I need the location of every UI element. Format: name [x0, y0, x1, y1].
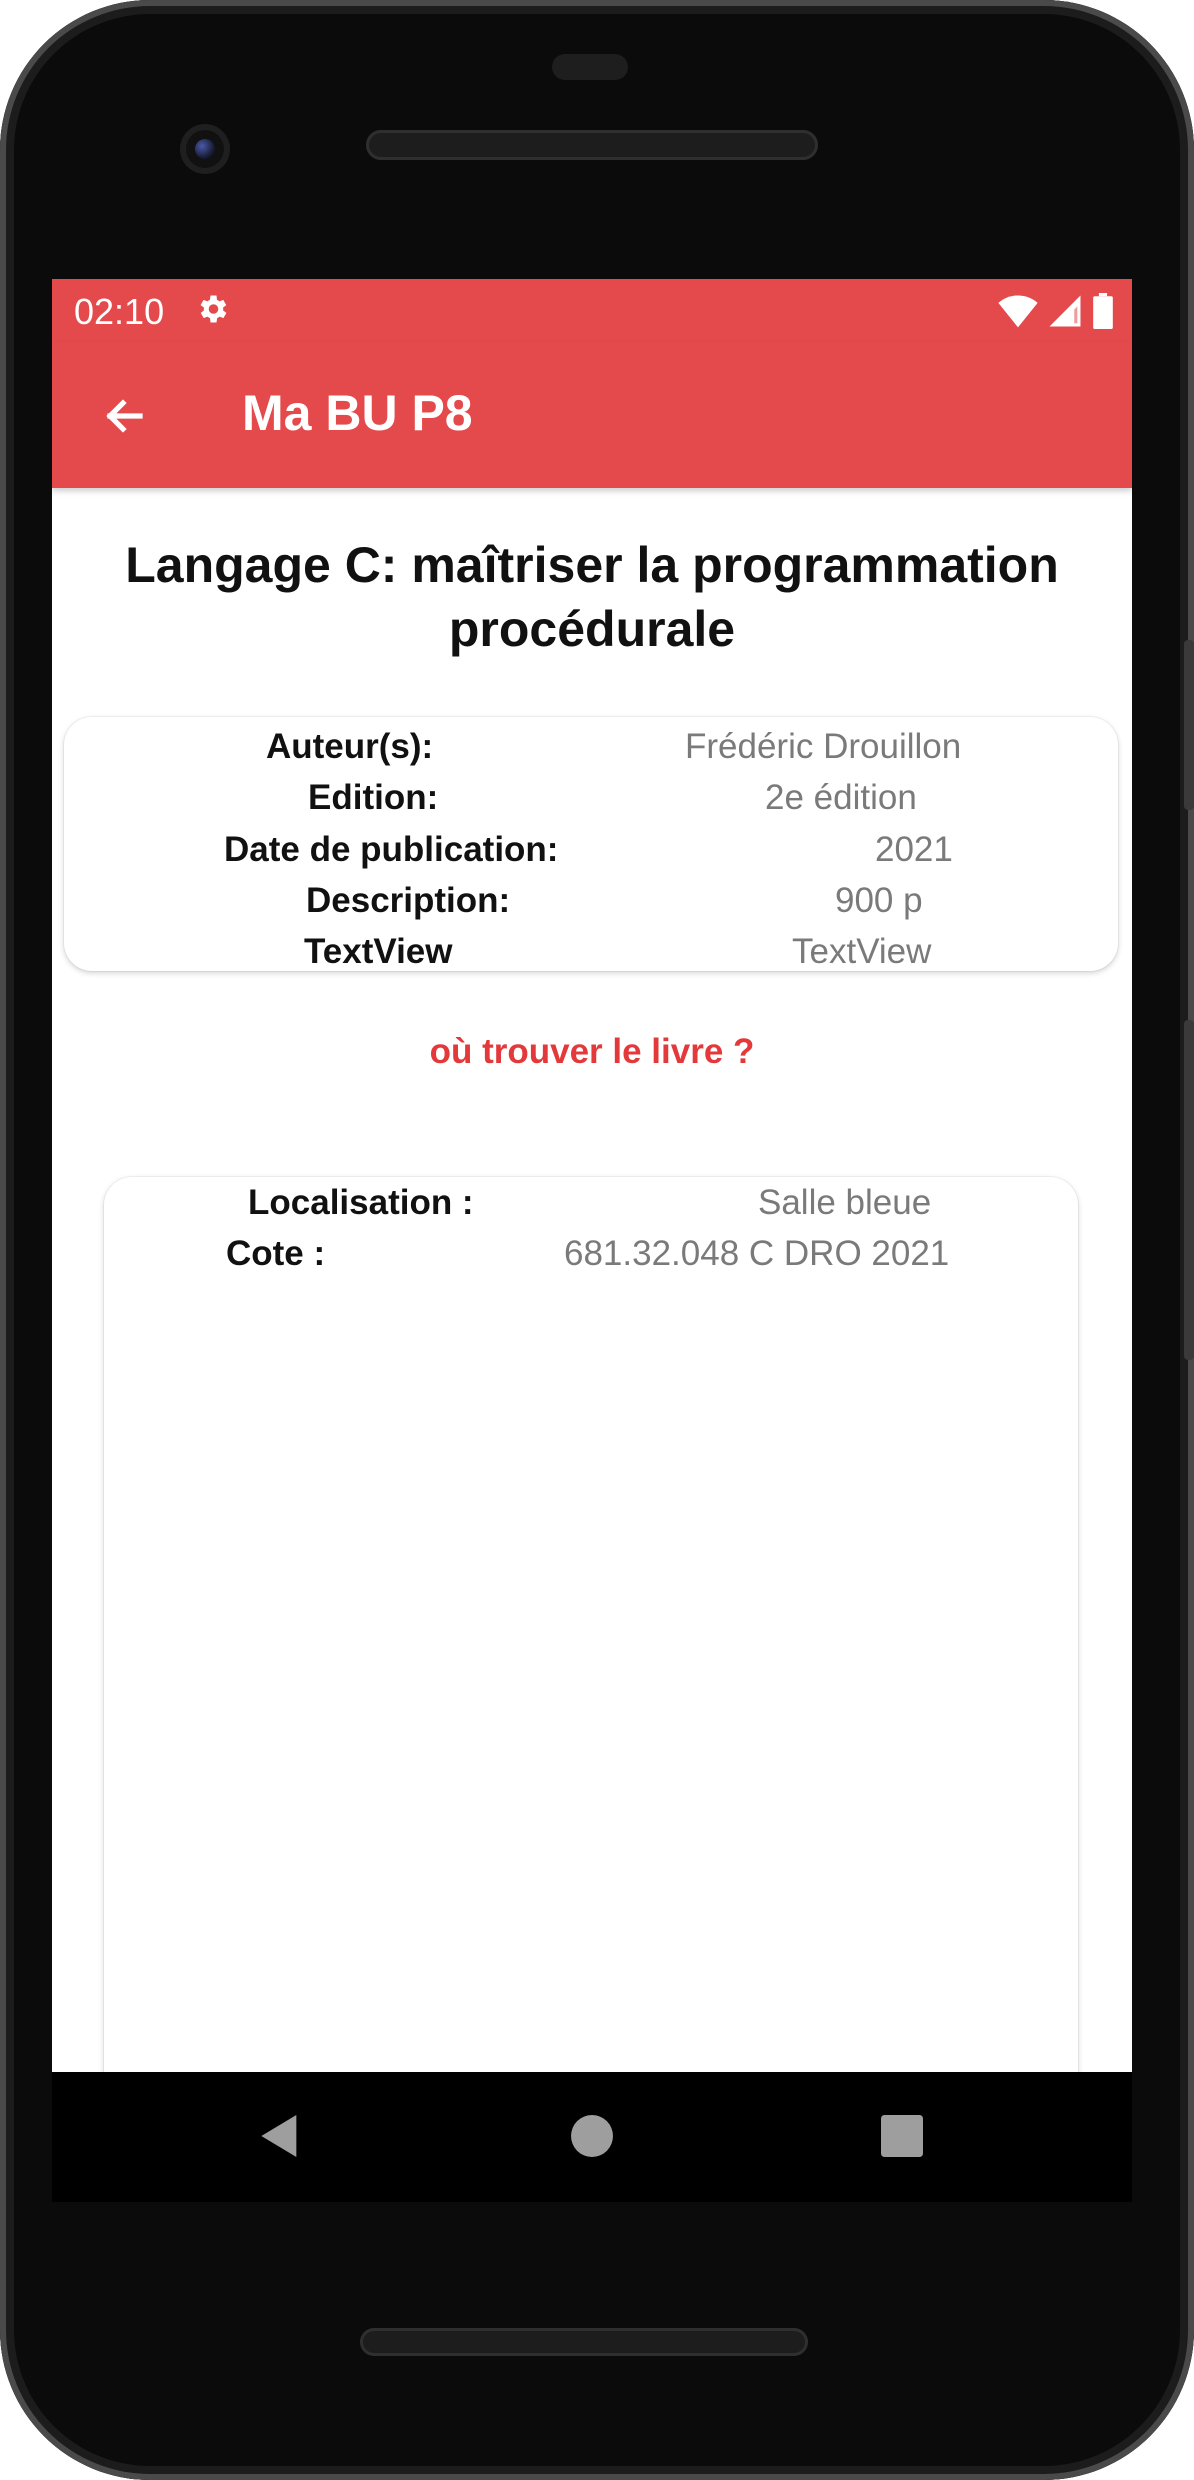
extra-textview-value: TextView [792, 932, 932, 971]
back-arrow-icon[interactable] [100, 392, 148, 440]
app-title: Ma BU P8 [242, 385, 473, 441]
app-bar: Ma BU P8 [52, 342, 1132, 488]
recents-square-icon[interactable] [874, 2108, 930, 2164]
find-book-link[interactable]: où trouver le livre ? [52, 1032, 1132, 1072]
earpiece-speaker [366, 130, 818, 160]
battery-icon [1093, 293, 1113, 329]
call-number-label: Cote : [226, 1234, 326, 1273]
author-value: Frédéric Drouillon [685, 727, 962, 766]
description-value: 900 p [835, 881, 923, 920]
navigation-bar [52, 2072, 1132, 2202]
power-button [1184, 640, 1194, 810]
publication-date-value: 2021 [875, 830, 953, 869]
back-triangle-icon[interactable] [252, 2108, 308, 2164]
signal-icon [1049, 295, 1081, 327]
publication-date-label: Date de publication: [224, 830, 559, 869]
author-label: Auteur(s): [266, 727, 434, 766]
volume-button [1184, 1020, 1194, 1360]
location-value: Salle bleue [758, 1183, 932, 1222]
status-time: 02:10 [74, 291, 165, 332]
book-details-card: Auteur(s): Frédéric Drouillon Edition: 2… [64, 717, 1118, 971]
description-label: Description: [306, 881, 511, 920]
status-bar: 02:10 [52, 279, 1132, 342]
location-label: Localisation : [248, 1183, 474, 1222]
front-camera [180, 124, 230, 174]
settings-icon [200, 295, 227, 323]
screen: 02:10 Ma BU P8 Langage C: maîtriser la p… [52, 279, 1132, 2072]
home-circle-icon[interactable] [564, 2108, 620, 2164]
location-card: Localisation : Salle bleue Cote : 681.32… [104, 1177, 1078, 2072]
bottom-speaker [360, 2328, 808, 2356]
book-title: Langage C: maîtriser la programmation pr… [125, 537, 1059, 657]
edition-label: Edition: [308, 778, 439, 817]
top-notch [552, 54, 628, 80]
wifi-icon [998, 295, 1038, 328]
call-number-value: 681.32.048 C DRO 2021 [564, 1234, 950, 1273]
extra-textview-label: TextView [304, 932, 453, 971]
edition-value: 2e édition [765, 778, 917, 817]
